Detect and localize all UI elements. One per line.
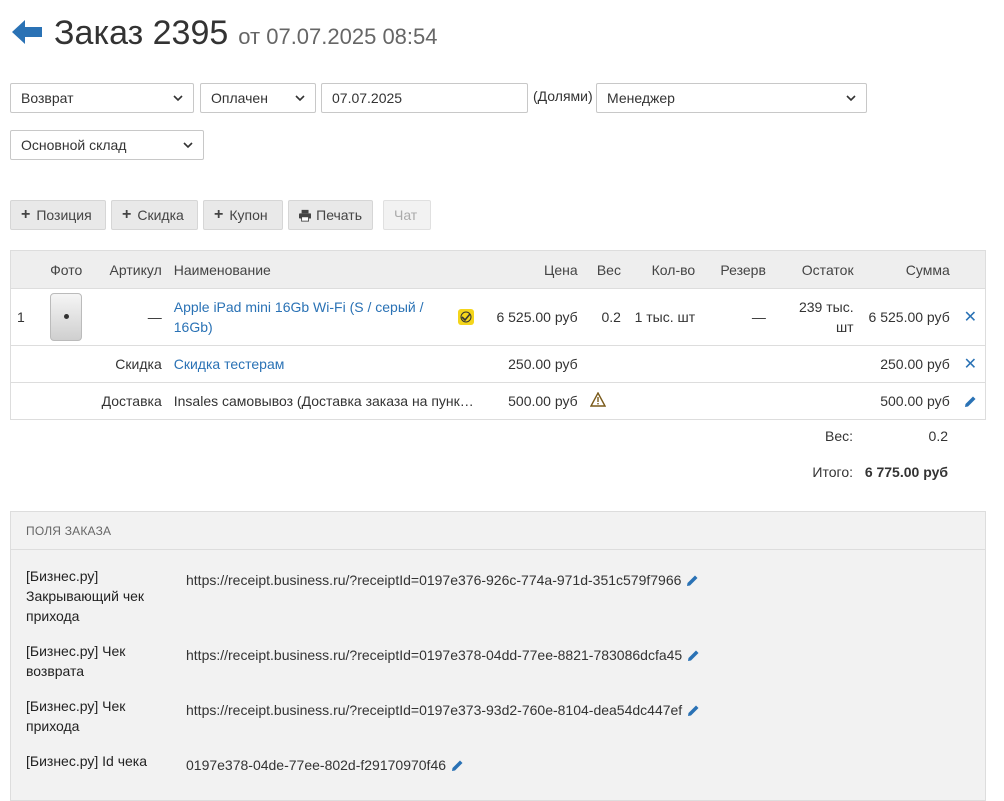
pencil-icon[interactable] xyxy=(963,395,977,409)
status-value: Возврат xyxy=(21,90,74,106)
delivery-name: Insales самовывоз (Доставка заказа на пу… xyxy=(167,382,480,420)
weight-total-value: 0.2 xyxy=(928,428,948,444)
row-sum: 6 525.00 руб xyxy=(859,288,956,346)
order-fields-panel: ПОЛЯ ЗАКАЗА [Бизнес.ру] Закрывающий чек … xyxy=(10,511,986,801)
date-input[interactable]: 07.07.2025 xyxy=(321,83,528,113)
add-position-button[interactable]: + Позиция xyxy=(10,200,106,230)
order-field-label: [Бизнес.ру] Чек возврата xyxy=(26,643,126,679)
col-sum: Сумма xyxy=(859,250,956,289)
weight-total: Вес: 0.2 xyxy=(753,428,948,444)
manager-value: Менеджер xyxy=(607,90,675,106)
row-sku: — xyxy=(96,288,168,346)
order-field-value: https://receipt.business.ru/?receiptId=0… xyxy=(186,702,700,718)
row-qty: 1 тыс. шт xyxy=(626,288,702,346)
arrow-left-icon[interactable] xyxy=(12,18,42,46)
discount-price: 250.00 руб xyxy=(479,345,584,383)
date-value: 07.07.2025 xyxy=(332,90,403,106)
pencil-icon[interactable] xyxy=(686,704,700,718)
product-link[interactable]: Apple iPad mini 16Gb Wi-Fi (S / серый / … xyxy=(174,297,430,337)
chevron-down-icon xyxy=(173,95,183,102)
row-stock: 239 тыс. шт xyxy=(771,288,860,346)
grand-total-value: 6 775.00 руб xyxy=(864,464,948,480)
manager-select[interactable]: Менеджер xyxy=(596,83,867,113)
col-weight: Вес xyxy=(583,250,627,289)
order-field-label: [Бизнес.ру] Закрывающий чек прихода xyxy=(26,568,145,624)
order-field-value-text: https://receipt.business.ru/?receiptId=0… xyxy=(186,647,683,663)
payment-status-value: Оплачен xyxy=(211,90,268,106)
page-title: Заказ 2395 xyxy=(54,14,229,52)
col-sku: Артикул xyxy=(96,250,168,289)
order-field-value: 0197e378-04de-77ee-802d-f29170970f46 xyxy=(186,757,464,773)
col-name: Наименование xyxy=(167,250,480,289)
add-discount-label: Скидка xyxy=(137,207,184,223)
payment-method-label: (Долями) xyxy=(533,88,593,104)
order-field-value-text: 0197e378-04de-77ee-802d-f29170970f46 xyxy=(186,757,447,773)
delivery-price: 500.00 руб xyxy=(479,382,584,420)
plus-icon: + xyxy=(122,206,132,223)
plus-icon: + xyxy=(214,206,224,223)
discount-row: Скидка Скидка тестерам 250.00 руб 250.00… xyxy=(10,345,986,383)
order-field-value-text: https://receipt.business.ru/?receiptId=0… xyxy=(186,572,682,588)
print-button[interactable]: Печать xyxy=(288,200,373,230)
row-weight: 0.2 xyxy=(583,288,627,346)
status-select[interactable]: Возврат xyxy=(10,83,194,113)
warning-icon xyxy=(589,391,606,407)
order-field-label: [Бизнес.ру] Чек прихода xyxy=(26,698,126,734)
col-reserve: Резерв xyxy=(701,250,772,289)
add-discount-button[interactable]: + Скидка xyxy=(111,200,198,230)
add-position-label: Позиция xyxy=(36,207,92,223)
delivery-row: Доставка Insales самовывоз (Доставка зак… xyxy=(10,382,986,420)
print-label: Печать xyxy=(316,207,362,223)
add-coupon-button[interactable]: + Купон xyxy=(203,200,283,230)
order-field-label: [Бизнес.ру] Id чека xyxy=(26,753,147,769)
chat-button: Чат xyxy=(383,200,431,230)
col-photo: Фото xyxy=(36,250,97,289)
product-photo[interactable] xyxy=(50,293,83,341)
chevron-down-icon xyxy=(295,95,305,102)
grand-total-label: Итого: xyxy=(812,464,853,480)
order-field-value-text: https://receipt.business.ru/?receiptId=0… xyxy=(186,702,683,718)
close-icon[interactable]: ✕ xyxy=(964,356,977,373)
warehouse-value: Основной склад xyxy=(21,137,127,153)
discount-label: Скидка xyxy=(36,345,168,383)
payment-status-select[interactable]: Оплачен xyxy=(200,83,316,113)
row-price: 6 525.00 руб xyxy=(479,288,584,346)
col-qty: Кол-во xyxy=(626,250,702,289)
table-row: 1 — Apple iPad mini 16Gb Wi-Fi (S / серы… xyxy=(10,288,986,346)
pencil-icon[interactable] xyxy=(686,649,700,663)
row-index: 1 xyxy=(10,288,36,346)
order-field-value: https://receipt.business.ru/?receiptId=0… xyxy=(186,647,700,663)
order-date: от 07.07.2025 08:54 xyxy=(238,24,438,49)
discount-link[interactable]: Скидка тестерам xyxy=(174,356,285,372)
delivery-sum: 500.00 руб xyxy=(859,382,956,420)
grand-total: Итого: 6 775.00 руб xyxy=(753,464,948,480)
warehouse-select[interactable]: Основной склад xyxy=(10,130,204,160)
table-header-row: Фото Артикул Наименование Цена Вес Кол-в… xyxy=(10,250,986,289)
plus-icon: + xyxy=(21,206,31,223)
chevron-down-icon xyxy=(846,95,856,102)
add-coupon-label: Купон xyxy=(229,207,268,223)
pencil-icon[interactable] xyxy=(450,759,464,773)
sync-badge-icon xyxy=(457,309,474,325)
order-items-table: Фото Артикул Наименование Цена Вес Кол-в… xyxy=(10,250,986,420)
order-field-value: https://receipt.business.ru/?receiptId=0… xyxy=(186,572,699,588)
weight-total-label: Вес: xyxy=(824,428,853,444)
close-icon[interactable]: ✕ xyxy=(964,309,977,326)
pencil-icon[interactable] xyxy=(685,574,699,588)
page-header: Заказ 2395 от 07.07.2025 08:54 xyxy=(12,14,438,53)
col-stock: Остаток xyxy=(771,250,860,289)
order-fields-title: ПОЛЯ ЗАКАЗА xyxy=(11,512,985,550)
chevron-down-icon xyxy=(183,142,193,149)
printer-icon xyxy=(299,209,312,222)
delivery-label: Доставка xyxy=(36,382,168,420)
col-price: Цена xyxy=(479,250,584,289)
row-reserve: — xyxy=(701,288,772,346)
chat-label: Чат xyxy=(394,207,418,223)
discount-sum: 250.00 руб xyxy=(859,345,956,383)
